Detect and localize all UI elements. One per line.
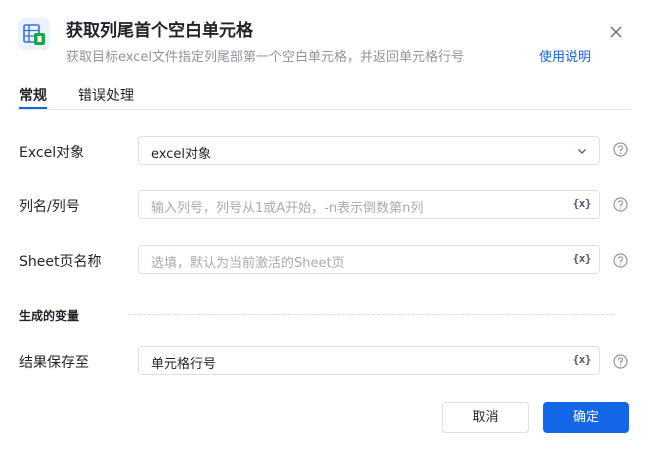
tab-general[interactable]: 常规 — [19, 85, 47, 105]
variable-insert-icon[interactable]: {x} — [573, 252, 592, 265]
dialog-subtitle: 获取目标excel文件指定列尾部第一个空白单元格，并返回单元格行号 — [66, 50, 464, 65]
excel-column-icon — [23, 24, 45, 45]
help-question-icon[interactable] — [613, 253, 628, 268]
result-variable-value: 单元格行号 — [151, 357, 217, 372]
help-question-icon[interactable] — [613, 142, 628, 157]
excel-app-icon — [18, 18, 50, 50]
close-icon — [610, 26, 622, 38]
help-question-icon[interactable] — [613, 354, 628, 369]
excel-object-label: Excel对象 — [19, 145, 85, 161]
column-label: 列名/列号 — [19, 199, 80, 215]
variable-insert-icon[interactable]: {x} — [573, 197, 592, 210]
cancel-button[interactable]: 取消 — [442, 402, 529, 433]
help-question-icon[interactable] — [613, 197, 628, 212]
variable-insert-icon[interactable]: {x} — [573, 353, 592, 366]
chevron-down-icon — [578, 149, 586, 154]
section-divider — [128, 314, 614, 315]
excel-object-select[interactable]: excel对象 — [138, 136, 600, 165]
sheet-placeholder: 选填，默认为当前激活的Sheet页 — [151, 256, 345, 271]
help-link[interactable]: 使用说明 — [539, 46, 591, 65]
close-button[interactable] — [607, 23, 625, 41]
result-label: 结果保存至 — [19, 355, 89, 371]
tab-divider — [18, 109, 630, 110]
tab-error-handling[interactable]: 错误处理 — [78, 85, 134, 105]
sheet-label: Sheet页名称 — [19, 254, 102, 270]
sheet-input[interactable]: 选填，默认为当前激活的Sheet页 {x} — [138, 245, 600, 274]
dialog-title: 获取列尾首个空白单元格 — [66, 21, 253, 41]
excel-object-value: excel对象 — [151, 147, 211, 162]
column-input[interactable]: 输入列号，列号从1或A开始，-n表示倒数第n列 {x} — [138, 190, 600, 219]
column-placeholder: 输入列号，列号从1或A开始，-n表示倒数第n列 — [151, 201, 424, 216]
result-variable-input[interactable]: 单元格行号 {x} — [138, 346, 600, 375]
confirm-button[interactable]: 确定 — [543, 402, 629, 433]
variables-section-title: 生成的变量 — [19, 309, 80, 323]
